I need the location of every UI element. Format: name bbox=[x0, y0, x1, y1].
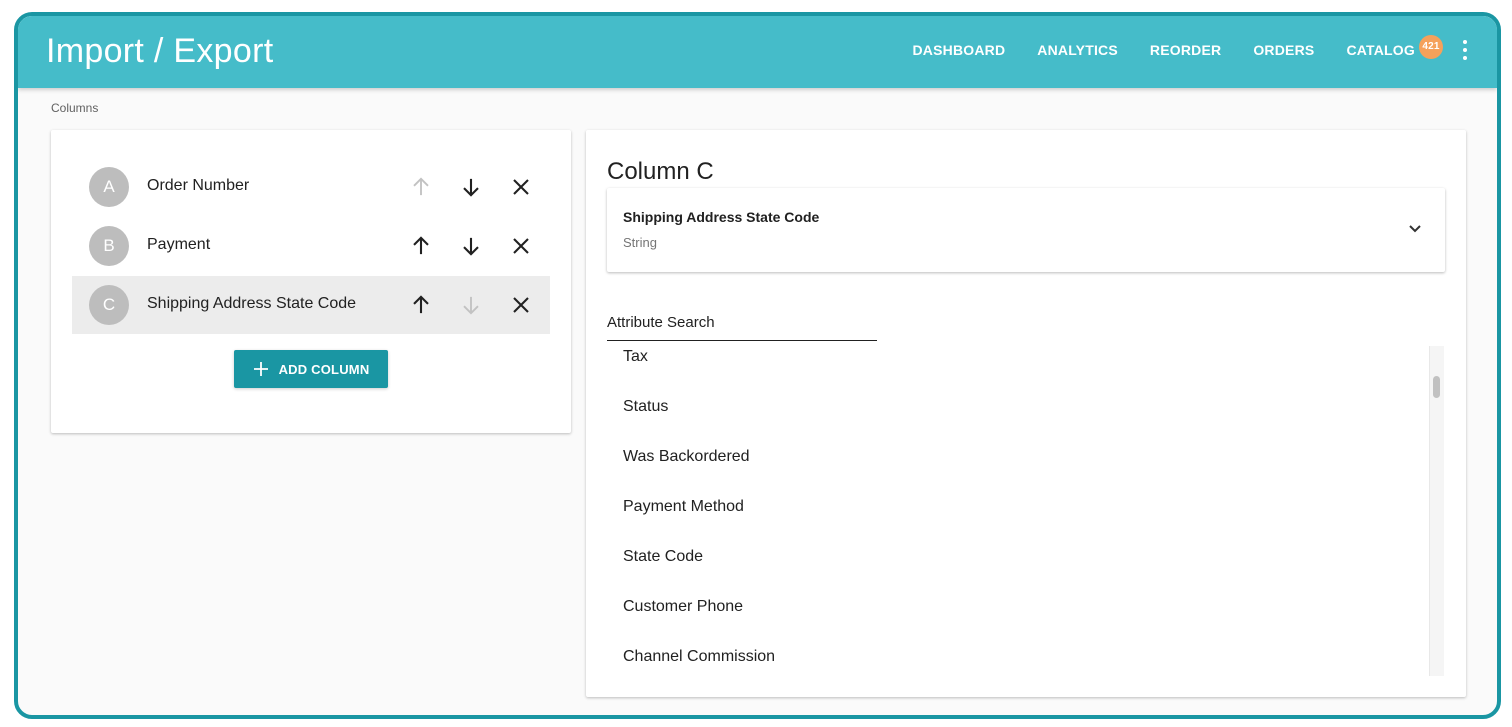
column-letter-avatar: B bbox=[89, 226, 129, 266]
nav-reorder[interactable]: REORDER bbox=[1150, 42, 1221, 58]
app-window: Import / Export DASHBOARD ANALYTICS REOR… bbox=[14, 12, 1501, 719]
arrow-down-icon bbox=[463, 296, 479, 315]
more-vert-icon[interactable] bbox=[1461, 40, 1469, 60]
close-icon bbox=[513, 238, 529, 254]
move-up-button[interactable] bbox=[407, 291, 435, 319]
column-letter-avatar: C bbox=[89, 285, 129, 325]
nav-label: ORDERS bbox=[1253, 42, 1315, 58]
arrow-up-icon bbox=[413, 295, 429, 314]
move-down-button[interactable] bbox=[457, 291, 485, 319]
close-icon bbox=[513, 179, 529, 195]
list-item[interactable]: Channel Commission bbox=[607, 642, 1427, 682]
columns-card: A Order Number B Payment C Shipping Addr… bbox=[51, 130, 571, 433]
plus-icon bbox=[253, 362, 268, 376]
field-type: String bbox=[623, 235, 657, 250]
nav-dashboard[interactable]: DASHBOARD bbox=[912, 42, 1005, 58]
move-down-button[interactable] bbox=[457, 232, 485, 260]
remove-column-button[interactable] bbox=[507, 291, 535, 319]
column-name: Payment bbox=[147, 236, 211, 253]
move-up-button[interactable] bbox=[407, 232, 435, 260]
column-row-a[interactable]: A Order Number bbox=[72, 158, 550, 216]
column-letter-avatar: A bbox=[89, 167, 129, 207]
column-row-c[interactable]: C Shipping Address State Code bbox=[72, 276, 550, 334]
move-down-button[interactable] bbox=[457, 173, 485, 201]
move-up-button[interactable] bbox=[407, 173, 435, 201]
add-column-button[interactable]: ADD COLUMN bbox=[234, 350, 388, 388]
arrow-up-icon bbox=[413, 177, 429, 196]
page-title: Import / Export bbox=[46, 32, 274, 70]
app-bar: Import / Export DASHBOARD ANALYTICS REOR… bbox=[18, 16, 1497, 88]
nav-analytics[interactable]: ANALYTICS bbox=[1037, 42, 1118, 58]
nav-label: ANALYTICS bbox=[1037, 42, 1118, 58]
columns-section-label: Columns bbox=[51, 101, 99, 115]
top-nav: DASHBOARD ANALYTICS REORDER ORDERS CATAL… bbox=[880, 35, 1469, 60]
list-item[interactable]: Payment Method bbox=[607, 492, 1427, 542]
attribute-list: Tax Status Was Backordered Payment Metho… bbox=[607, 342, 1427, 682]
column-heading: Column C bbox=[607, 158, 714, 185]
attribute-search-input[interactable] bbox=[607, 312, 877, 341]
nav-catalog[interactable]: CATALOG 421 bbox=[1346, 35, 1443, 59]
scrollbar-thumb[interactable] bbox=[1433, 376, 1440, 398]
arrow-down-icon bbox=[463, 178, 479, 197]
nav-label: DASHBOARD bbox=[912, 42, 1006, 58]
close-icon bbox=[513, 297, 529, 313]
list-item[interactable]: Was Backordered bbox=[607, 442, 1427, 492]
add-column-label: ADD COLUMN bbox=[278, 361, 370, 377]
nav-orders[interactable]: ORDERS bbox=[1253, 42, 1314, 58]
arrow-down-icon bbox=[463, 237, 479, 256]
field-title: Shipping Address State Code bbox=[623, 209, 820, 225]
column-row-b[interactable]: B Payment bbox=[72, 217, 550, 275]
remove-column-button[interactable] bbox=[507, 232, 535, 260]
column-name: Shipping Address State Code bbox=[147, 295, 357, 312]
list-item[interactable]: Status bbox=[607, 392, 1427, 442]
column-detail-card: Column C Shipping Address State Code Str… bbox=[586, 130, 1466, 697]
chevron-down-icon bbox=[1409, 225, 1421, 233]
catalog-count-badge: 421 bbox=[1419, 35, 1443, 59]
field-expansion-panel[interactable]: Shipping Address State Code String bbox=[607, 188, 1445, 272]
list-item[interactable]: Customer Phone bbox=[607, 592, 1427, 642]
column-name: Order Number bbox=[147, 177, 250, 194]
list-item[interactable]: Tax bbox=[607, 342, 1427, 392]
scrollbar[interactable] bbox=[1429, 346, 1444, 676]
arrow-up-icon bbox=[413, 236, 429, 255]
nav-label: CATALOG bbox=[1346, 42, 1415, 58]
remove-column-button[interactable] bbox=[507, 173, 535, 201]
list-item[interactable]: State Code bbox=[607, 542, 1427, 592]
nav-label: REORDER bbox=[1149, 42, 1222, 58]
